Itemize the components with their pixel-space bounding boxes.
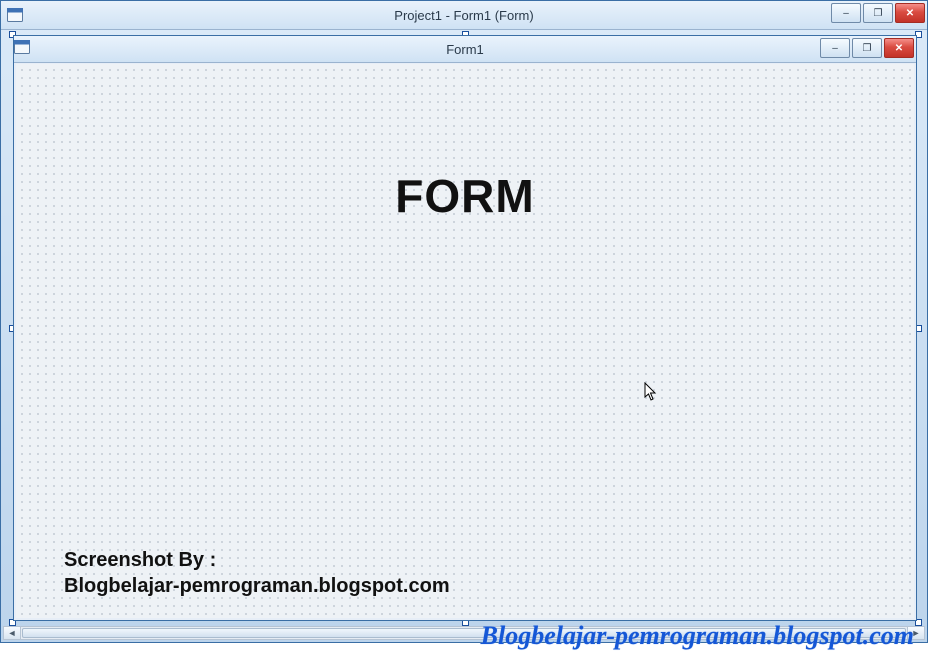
minimize-icon: – xyxy=(832,43,838,54)
form-window[interactable]: Form1 – ❐ ✕ FORM Screenshot By : Blogbel… xyxy=(13,35,917,621)
maximize-icon: ❐ xyxy=(874,8,883,19)
close-icon: ✕ xyxy=(895,43,903,54)
minimize-icon: – xyxy=(843,8,849,19)
horizontal-scrollbar[interactable]: ◄ ► xyxy=(3,626,925,640)
inner-window-controls: – ❐ ✕ xyxy=(820,38,914,58)
designer-window: Project1 - Form1 (Form) – ❐ ✕ xyxy=(0,0,928,643)
form-heading-label[interactable]: FORM xyxy=(16,169,914,223)
scroll-left-button[interactable]: ◄ xyxy=(4,627,21,639)
scroll-thumb[interactable] xyxy=(22,628,906,638)
form-icon xyxy=(14,40,30,59)
maximize-icon: ❐ xyxy=(863,43,872,54)
cursor-icon xyxy=(644,382,658,402)
credit-label-2[interactable]: Blogbelajar-pemrograman.blogspot.com xyxy=(64,575,450,598)
outer-minimize-button[interactable]: – xyxy=(831,3,861,23)
designer-surface[interactable]: Form1 – ❐ ✕ FORM Screenshot By : Blogbel… xyxy=(5,31,923,626)
inner-titlebar[interactable]: Form1 – ❐ ✕ xyxy=(14,36,916,63)
credit-label-1[interactable]: Screenshot By : xyxy=(64,549,216,572)
outer-window-controls: – ❐ ✕ xyxy=(831,3,925,23)
inner-close-button[interactable]: ✕ xyxy=(884,38,914,58)
form-client-area[interactable]: FORM Screenshot By : Blogbelajar-pemrogr… xyxy=(16,64,914,618)
close-icon: ✕ xyxy=(906,8,914,19)
outer-title: Project1 - Form1 (Form) xyxy=(1,8,927,23)
outer-titlebar[interactable]: Project1 - Form1 (Form) – ❐ ✕ xyxy=(1,1,927,30)
outer-maximize-button[interactable]: ❐ xyxy=(863,3,893,23)
inner-maximize-button[interactable]: ❐ xyxy=(852,38,882,58)
outer-close-button[interactable]: ✕ xyxy=(895,3,925,23)
inner-title: Form1 xyxy=(14,42,916,57)
form-icon xyxy=(7,8,23,22)
inner-minimize-button[interactable]: – xyxy=(820,38,850,58)
scroll-right-button[interactable]: ► xyxy=(907,627,924,639)
